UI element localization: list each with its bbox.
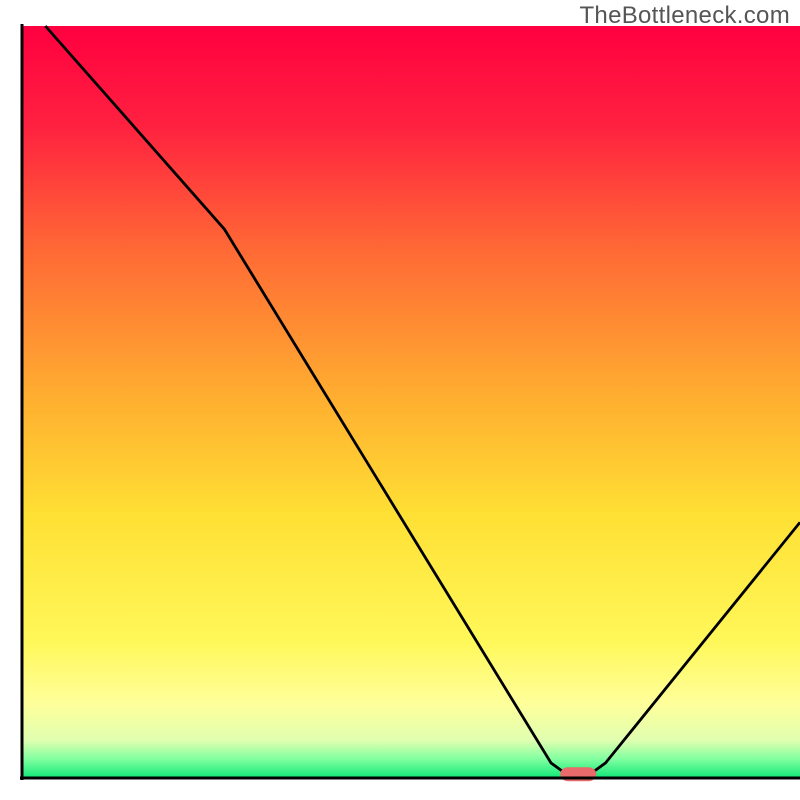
bottleneck-chart bbox=[0, 0, 800, 800]
watermark-text: TheBottleneck.com bbox=[579, 2, 790, 30]
chart-container: TheBottleneck.com bbox=[0, 0, 800, 800]
